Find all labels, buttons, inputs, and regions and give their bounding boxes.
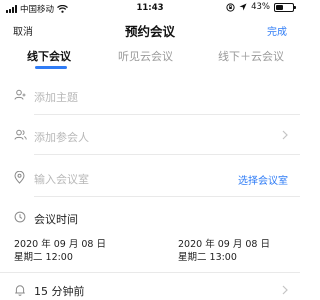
time-section-header: 会议时间 — [0, 208, 300, 228]
clock-icon — [14, 211, 26, 223]
participants-input[interactable]: 添加参会人 — [34, 129, 89, 145]
battery-percent: 43% — [251, 2, 270, 12]
meeting-type-tabs: 线下会议 听见云会议 线下＋云会议 — [0, 44, 300, 70]
room-row: 输入会议室 选择会议室 — [0, 168, 300, 188]
status-bar: 中国移动 11:43 43% — [0, 0, 300, 16]
end-weekday-time: 星期二 13:00 — [178, 252, 237, 263]
page-title: 预约会议 — [124, 24, 175, 39]
divider — [34, 114, 300, 115]
participants-row[interactable]: 添加参会人 — [0, 126, 300, 146]
location-pin-icon — [14, 171, 25, 184]
tab-offline-meeting[interactable]: 线下会议 — [27, 48, 71, 64]
tab-hybrid-meeting[interactable]: 线下＋云会议 — [218, 48, 284, 64]
battery-level — [276, 4, 283, 10]
reminder-value: 15 分钟前 — [34, 285, 85, 298]
done-button[interactable]: 完成 — [267, 23, 287, 38]
time-section-label: 会议时间 — [34, 213, 78, 226]
start-date: 2020 年 09 月 08 日 — [14, 239, 106, 250]
end-time[interactable]: 2020 年 09 月 08 日 星期二 13:00 — [178, 238, 270, 264]
chevron-right-icon — [282, 130, 288, 140]
battery-icon — [274, 2, 296, 12]
divider — [34, 196, 300, 197]
group-icon — [14, 129, 27, 140]
location-arrow-icon — [239, 3, 247, 11]
subject-row[interactable]: 添加主题 — [0, 86, 300, 106]
select-room-link[interactable]: 选择会议室 — [238, 172, 288, 187]
status-right: 43% — [226, 2, 296, 12]
start-weekday-time: 星期二 12:00 — [14, 252, 73, 263]
active-tab-indicator — [35, 66, 67, 69]
divider — [0, 272, 300, 273]
bell-icon — [15, 285, 25, 296]
subject-input[interactable]: 添加主题 — [34, 89, 78, 105]
nav-bar: 取消 预约会议 完成 — [0, 16, 300, 42]
chevron-right-icon — [282, 285, 288, 295]
end-date: 2020 年 09 月 08 日 — [178, 239, 270, 250]
orientation-lock-icon — [226, 2, 235, 12]
divider — [34, 154, 300, 155]
room-input[interactable]: 输入会议室 — [34, 171, 89, 187]
start-time[interactable]: 2020 年 09 月 08 日 星期二 12:00 — [14, 238, 106, 264]
person-icon — [14, 89, 26, 100]
tab-cloud-meeting[interactable]: 听见云会议 — [118, 48, 173, 64]
reminder-row[interactable]: 15 分钟前 — [0, 282, 300, 300]
